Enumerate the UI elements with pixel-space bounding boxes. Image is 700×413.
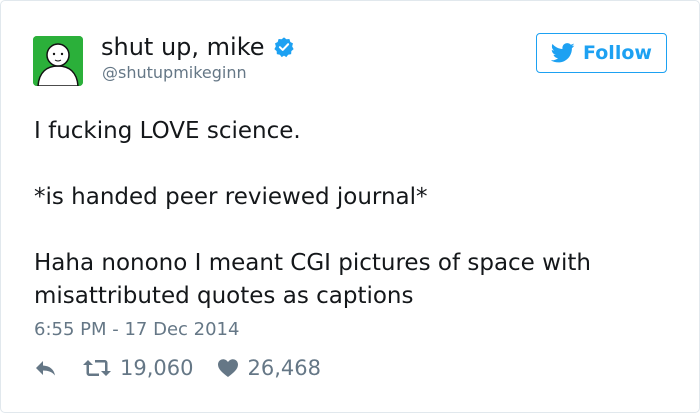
handle[interactable]: @shutupmikeginn — [102, 63, 247, 83]
tweet-text: I fucking LOVE science. *is handed peer … — [34, 115, 674, 313]
tweet-line: *is handed peer reviewed journal* — [34, 184, 428, 210]
display-name[interactable]: shut up, mike — [101, 31, 265, 63]
avatar-figure-icon — [33, 36, 83, 86]
avatar[interactable] — [33, 36, 83, 86]
tweet-line: Haha nonono I meant CGI pictures of spac… — [34, 250, 591, 309]
verified-badge-icon — [273, 37, 294, 58]
tweet-actions: 19,060 26,468 — [34, 356, 321, 380]
retweet-button[interactable]: 19,060 — [82, 356, 193, 380]
follow-button[interactable]: Follow — [536, 33, 667, 73]
timestamp[interactable]: 6:55 PM - 17 Dec 2014 — [34, 317, 239, 343]
reply-button[interactable] — [34, 358, 58, 378]
like-count: 26,468 — [247, 356, 321, 380]
tweet-line: I fucking LOVE science. — [34, 118, 301, 144]
tweet-card: shut up, mike @shutupmikeginn Follow I f… — [0, 0, 700, 413]
like-button[interactable]: 26,468 — [217, 356, 321, 380]
twitter-bird-icon — [551, 43, 575, 63]
heart-icon — [218, 359, 239, 377]
retweet-count: 19,060 — [120, 356, 194, 380]
author-name-row: shut up, mike — [101, 31, 295, 63]
reply-icon — [36, 361, 55, 376]
follow-label: Follow — [583, 42, 652, 64]
retweet-icon — [83, 360, 111, 376]
